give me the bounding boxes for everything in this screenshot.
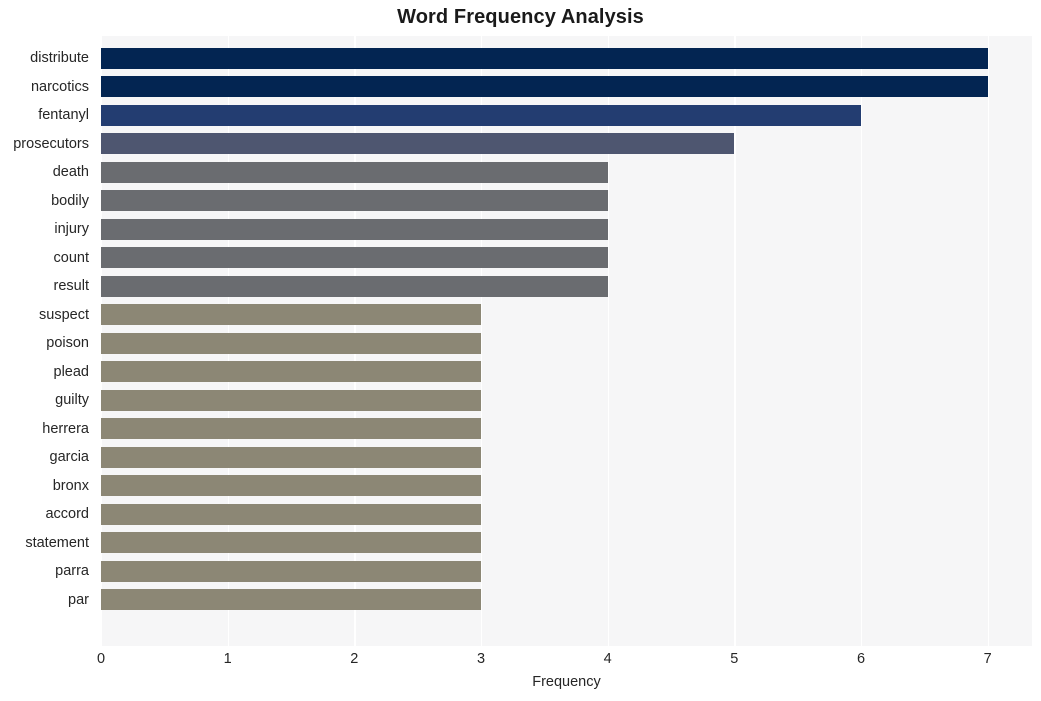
bar [101, 275, 608, 297]
x-axis-tick-label: 0 [96, 651, 106, 667]
y-axis-tick-label: narcotics [30, 78, 89, 95]
bar [101, 247, 608, 268]
bar [101, 76, 988, 97]
bar [101, 418, 481, 439]
x-axis-tick-label: 3 [476, 651, 486, 667]
bar [101, 190, 608, 211]
x-axis-label: Frequency [532, 674, 601, 690]
y-axis-tick-label: bronx [52, 477, 89, 494]
x-axis-tick-label: 5 [730, 651, 739, 667]
bar [101, 218, 608, 240]
y-axis-tick-label: result [53, 278, 89, 294]
bar [101, 161, 608, 183]
bar [101, 104, 861, 126]
plot-area [101, 36, 1032, 646]
y-axis-tick-label: suspect [39, 306, 89, 323]
bars-layer [101, 36, 1032, 646]
y-axis-tick-label: death [52, 164, 89, 180]
x-axis-tick-label: 2 [350, 651, 359, 667]
x-axis-tick-label: 1 [223, 651, 232, 667]
y-axis-tick-label: garcia [49, 449, 90, 465]
bar [101, 589, 481, 610]
y-axis-tick-labels: distribute narcotics fentanyl prosecutors de… [0, 36, 95, 646]
chart-figure: Word Frequency Analysis distribute narcot… [0, 0, 1041, 701]
y-axis-tick-label: bodily [51, 192, 89, 209]
y-axis-tick-label: poison [46, 335, 89, 351]
y-axis-tick-label: fentanyl [38, 107, 89, 123]
y-axis-tick-label: count [53, 249, 89, 266]
y-axis-tick-label: herrera [42, 420, 89, 437]
bar [101, 332, 481, 354]
y-axis-tick-label: accord [45, 506, 89, 522]
bar [101, 304, 481, 325]
x-axis-tick-label: 4 [603, 651, 612, 667]
bar [101, 503, 481, 525]
y-axis-tick-label: prosecutors [13, 135, 89, 152]
bar [101, 133, 735, 154]
chart-title: Word Frequency Analysis [397, 6, 644, 28]
x-axis-tick-labels: 0 1 2 3 4 5 6 7 [0, 651, 1041, 673]
y-axis-tick-label: guilty [55, 392, 89, 408]
y-axis-tick-label: plead [53, 363, 89, 380]
bar [101, 532, 481, 553]
bar [101, 560, 481, 582]
y-axis-tick-label: injury [54, 221, 89, 237]
y-axis-tick-label: statement [25, 534, 89, 551]
bar [101, 389, 481, 411]
bar [101, 47, 988, 69]
x-axis-tick-label: 7 [983, 651, 992, 667]
bar [101, 446, 481, 468]
y-axis-tick-label: parra [55, 563, 89, 579]
y-axis-tick-label: par [68, 591, 89, 608]
x-axis-tick-label: 6 [856, 651, 866, 667]
bar [101, 475, 481, 496]
y-axis-tick-label: distribute [30, 50, 89, 66]
bar [101, 361, 481, 382]
